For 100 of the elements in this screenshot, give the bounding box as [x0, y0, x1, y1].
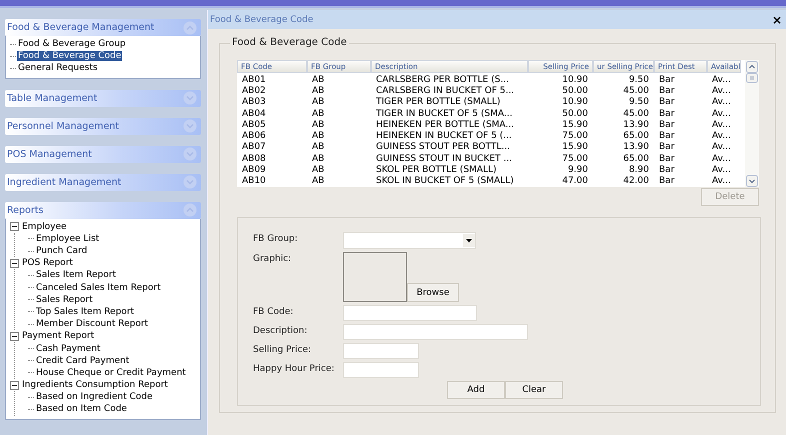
section-header[interactable]: Food & Beverage Management: [5, 19, 201, 36]
table-cell-text: AB: [311, 108, 326, 119]
tree-item[interactable]: House Cheque or Credit Payment: [35, 368, 187, 378]
field-label: Selling Price:: [253, 344, 312, 355]
table-cell-text: 9.50: [628, 97, 650, 108]
section-header[interactable]: Ingredient Management: [5, 174, 201, 191]
caret-icon[interactable]: [463, 234, 475, 247]
table-cell-text: TIGER PER BOTTLE (SMALL): [375, 97, 502, 108]
collapse-icon[interactable]: [10, 222, 19, 232]
tree-item[interactable]: Canceled Sales Item Report: [35, 282, 162, 293]
table-cell-text: 50.00: [561, 86, 589, 96]
field-label: Graphic:: [253, 253, 292, 264]
toggle-icon[interactable]: [183, 203, 197, 218]
section-header[interactable]: POS Management: [5, 146, 201, 163]
table-cell-text: HEINEKEN PER BOTTLE (SMA...: [375, 120, 516, 130]
tree-item[interactable]: Punch Card: [35, 246, 88, 256]
tree-item[interactable]: Top Sales Item Report: [35, 306, 136, 317]
table-cell-text: Bar: [658, 86, 676, 96]
tree-item[interactable]: Food & Beverage Code: [17, 51, 122, 62]
table-cell-text: 75.00: [561, 131, 589, 142]
tree-item[interactable]: Sales Report: [35, 294, 94, 305]
scroll-thumb-icon[interactable]: [746, 73, 758, 83]
table-cell-text: Bar: [658, 108, 676, 119]
group-title: Food & Beverage Code: [230, 37, 349, 48]
table-cell-text: 50.00: [561, 108, 589, 119]
scroll-up-icon[interactable]: [746, 61, 758, 73]
field-label: Happy Hour Price:: [253, 363, 336, 374]
close-button[interactable]: ×: [772, 12, 782, 26]
table-cell-text: 45.00: [622, 86, 650, 96]
collapse-icon[interactable]: [10, 380, 19, 390]
input-field[interactable]: [343, 305, 477, 321]
dropdown-field[interactable]: [343, 232, 476, 249]
tree-item[interactable]: Based on Item Code: [35, 404, 128, 414]
toggle-icon[interactable]: [183, 20, 197, 34]
tree-item[interactable]: Employee: [21, 222, 68, 232]
section-header[interactable]: Reports: [5, 202, 201, 219]
table-cell-text: 75.00: [561, 154, 589, 164]
table-cell-text: 65.00: [622, 154, 650, 164]
field-label: FB Group:: [253, 233, 299, 244]
collapse-icon[interactable]: [10, 332, 19, 341]
table-cell-text: AB09: [241, 165, 267, 176]
tree-item[interactable]: Credit Card Payment: [35, 356, 130, 366]
table-cell-text: AB: [311, 120, 326, 130]
window-title: Food & Beverage Code: [210, 14, 314, 24]
table-cell-text: AB07: [241, 142, 267, 152]
tree-item[interactable]: Employee List: [35, 234, 100, 244]
table-cell-text: 15.90: [561, 142, 589, 152]
toggle-icon[interactable]: [183, 91, 197, 106]
image-box: [343, 252, 407, 302]
input-field[interactable]: [343, 343, 419, 359]
table-cell-text: Bar: [658, 154, 676, 164]
tree-item[interactable]: Food & Beverage Group: [17, 39, 127, 50]
table-cell-text: Av...: [711, 86, 732, 96]
tree-item[interactable]: Member Discount Report: [35, 319, 150, 330]
table-cell-text: AB: [311, 86, 326, 96]
table-cell-text: 42.00: [622, 176, 650, 186]
table-cell-text: AB02: [241, 86, 267, 96]
toggle-icon[interactable]: [183, 119, 197, 134]
table-cell-text: CARLSBERG IN BUCKET OF 5...: [375, 86, 516, 96]
form-button[interactable]: Add: [447, 381, 505, 399]
input-field[interactable]: [343, 324, 528, 340]
table-cell-text: AB06: [241, 131, 267, 142]
table-cell-text: 13.90: [622, 142, 650, 152]
section-title: Table Management: [7, 92, 98, 104]
tree-item[interactable]: Payment Report: [21, 331, 96, 342]
browse-button[interactable]: Browse: [407, 283, 459, 302]
table-cell-text: AB03: [241, 97, 267, 108]
section-header[interactable]: Personnel Management: [5, 118, 201, 135]
table-cell-text: AB: [311, 165, 326, 176]
field-label: FB Code:: [253, 306, 294, 317]
table-cell-text: AB08: [241, 154, 267, 164]
table-cell-text: 8.90: [628, 165, 650, 176]
table-cell-text: Av...: [711, 176, 732, 186]
table-cell-text: Av...: [711, 120, 732, 130]
section-title: Personnel Management: [7, 120, 120, 132]
collapse-icon[interactable]: [10, 258, 19, 268]
section-title: POS Management: [7, 148, 92, 160]
section-header[interactable]: Table Management: [5, 90, 201, 107]
tree-item[interactable]: Based on Ingredient Code: [35, 392, 154, 402]
tree-item[interactable]: Cash Payment: [35, 344, 102, 354]
toggle-icon[interactable]: [183, 175, 197, 190]
table-cell-text: Av...: [711, 165, 732, 176]
table-cell-text: Bar: [658, 131, 676, 142]
table-cell-text: 65.00: [622, 131, 650, 142]
tree-item[interactable]: POS Report: [21, 258, 74, 268]
scrollbar[interactable]: [745, 60, 759, 187]
tree-item[interactable]: General Requests: [17, 63, 99, 74]
input-field[interactable]: [343, 362, 419, 378]
toggle-icon[interactable]: [183, 147, 197, 162]
field-label: Description:: [253, 325, 308, 336]
table-cell-text: AB05: [241, 120, 267, 130]
scroll-down-icon[interactable]: [746, 175, 758, 187]
form-button[interactable]: Clear: [505, 381, 563, 399]
tree-item[interactable]: Ingredients Consumption Report: [21, 380, 169, 390]
table-cell-text: AB: [311, 131, 326, 142]
table-cell-text: AB: [311, 142, 326, 152]
tree-item[interactable]: Sales Item Report: [35, 270, 117, 280]
table-cell-text: Av...: [711, 142, 732, 152]
table-cell-text: 10.90: [561, 74, 589, 85]
table-cell-text: AB: [311, 74, 326, 85]
